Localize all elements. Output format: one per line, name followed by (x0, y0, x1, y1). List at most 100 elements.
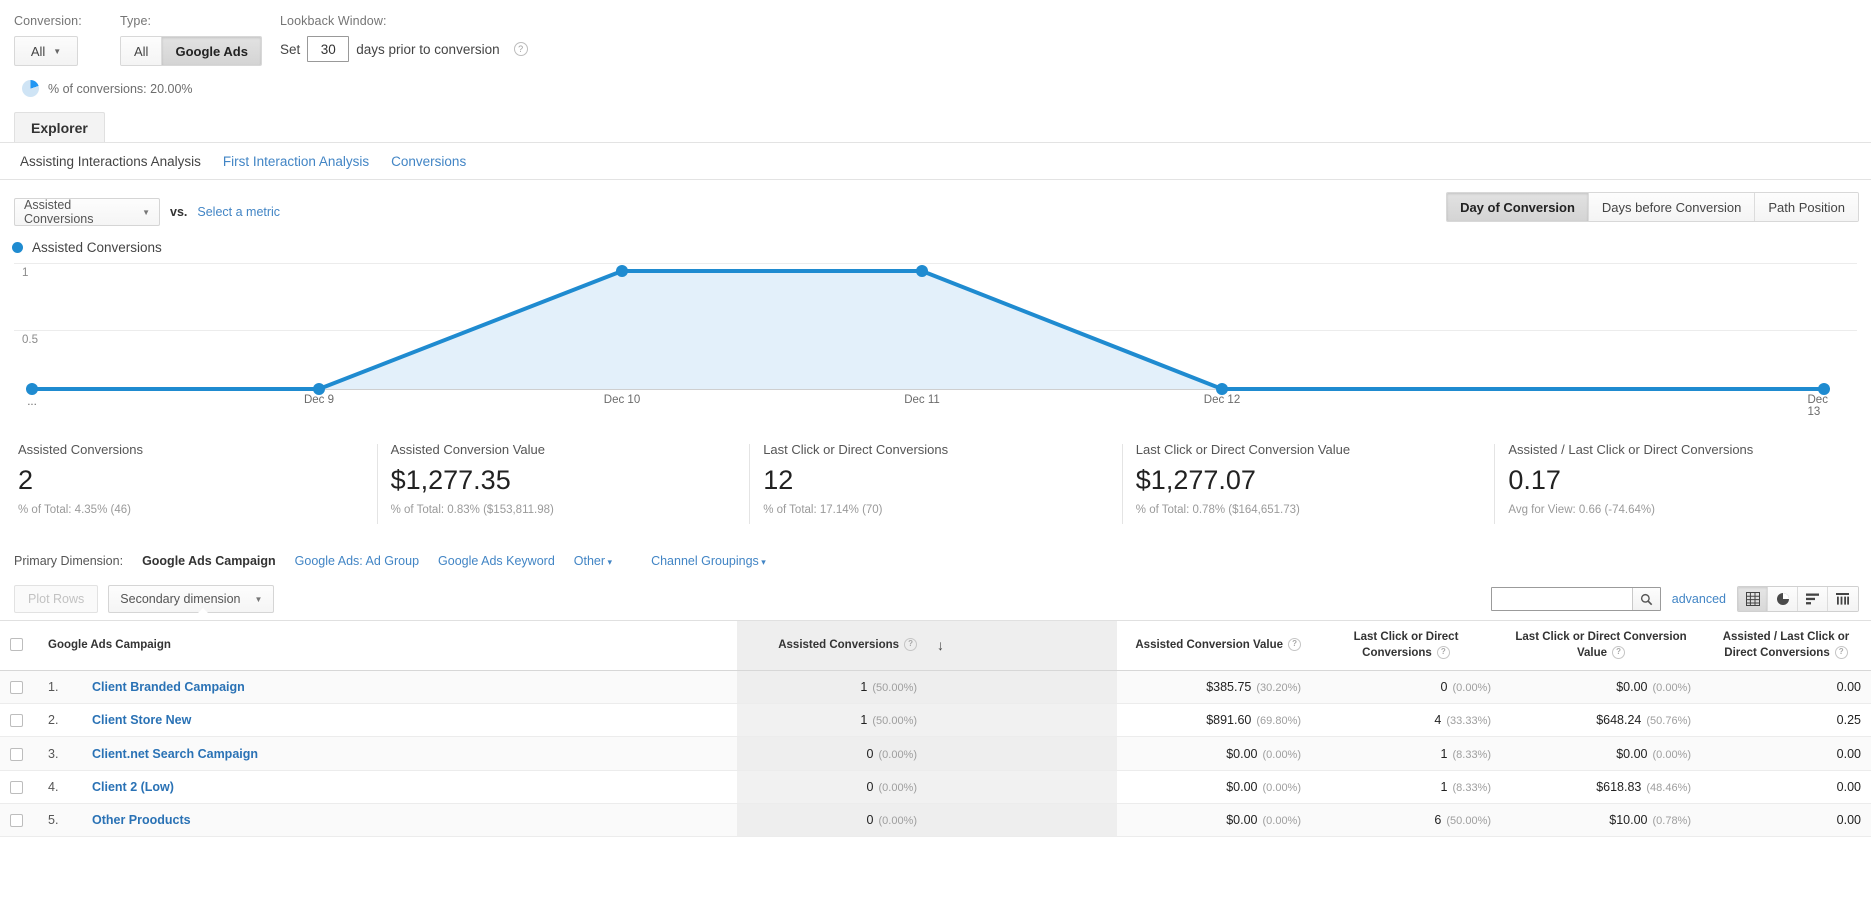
cell-percent: (0.00%) (878, 814, 918, 827)
chart-plot-area: 1 0.5 ... Dec 9 Dec 10 Dec 11 Dec 12 Dec… (14, 263, 1857, 418)
cell-value: $648.24 (1596, 713, 1642, 728)
chart-area-fill (32, 271, 1524, 389)
campaign-link[interactable]: Client Store New (92, 713, 191, 727)
table-view-icon[interactable] (1738, 587, 1768, 611)
x-tick-ellipsis: ... (27, 396, 37, 408)
card-subtext: % of Total: 0.83% ($153,811.98) (390, 503, 554, 516)
sort-direction-indicator[interactable]: ↓ (927, 619, 1118, 672)
campaign-link[interactable]: Client 2 (Low) (92, 780, 174, 794)
channel-groupings-dropdown[interactable]: Channel Groupings (651, 554, 766, 568)
table-row[interactable]: 2. Client Store New 1 (50.00%) $891.60 (69… (0, 703, 1871, 738)
select-a-metric-link[interactable]: Select a metric (197, 205, 280, 219)
campaign-link[interactable]: Client Branded Campaign (92, 680, 245, 694)
pie-view-icon[interactable] (1768, 587, 1798, 611)
header-last-click-conversions[interactable]: Last Click or Direct Conversions? (1311, 619, 1502, 672)
primary-dimension-label: Primary Dimension: (14, 554, 124, 568)
secondary-dimension-button[interactable]: Secondary dimension ▼ (108, 585, 275, 613)
table-row[interactable]: 5. Other Prooducts 0 (0.00%) $0.00 (0.00%)… (0, 803, 1871, 838)
plot-rows-button[interactable]: Plot Rows (14, 585, 99, 613)
conversions-percentage-text: % of conversions: 20.00% (48, 81, 193, 96)
granularity-segmented-control: Day of Conversion Days before Conversion… (1446, 192, 1859, 222)
campaign-link[interactable]: Other Prooducts (92, 813, 191, 827)
help-icon[interactable]: ? (1436, 645, 1450, 659)
chevron-down-icon: ▼ (53, 46, 62, 56)
table-search (1490, 587, 1661, 611)
help-icon[interactable]: ? (513, 42, 528, 56)
granularity-path-position[interactable]: Path Position (1755, 193, 1858, 221)
cell-value: 4 (1434, 713, 1442, 728)
cell-percent: (33.33%) (1446, 715, 1492, 728)
conversions-percentage: % of conversions: 20.00% (22, 80, 193, 97)
cell-percent: (0.00%) (1652, 748, 1692, 761)
primary-metric-value: Assisted Conversions (24, 198, 94, 226)
dimension-link-ad-group[interactable]: Google Ads: Ad Group (295, 554, 419, 568)
header-assisted-conversion-value[interactable]: Assisted Conversion Value? (1117, 619, 1312, 672)
lookback-set-text: Set (280, 41, 301, 57)
table-toolbar: Plot Rows Secondary dimension ▼ advanced (0, 578, 1871, 620)
row-number: 3. (38, 736, 82, 771)
select-all-checkbox[interactable] (10, 638, 23, 652)
table-body: 1. Client Branded Campaign 1 (50.00%) $38… (0, 670, 1871, 838)
search-icon[interactable] (1631, 588, 1660, 610)
row-checkbox[interactable] (10, 780, 23, 794)
cell-percent: (0.00%) (1262, 814, 1302, 827)
lookback-filter: Lookback Window: Set days prior to conve… (280, 14, 528, 62)
row-checkbox[interactable] (10, 681, 23, 695)
dimension-pointer-caret (196, 608, 210, 615)
granularity-days-before-conversion[interactable]: Days before Conversion (1588, 193, 1756, 221)
card-value: $1,277.35 (390, 465, 511, 495)
cell-assisted-ratio: 0.00 (1701, 736, 1871, 771)
header-assisted-conversions[interactable]: Assisted Conversions? (737, 619, 928, 672)
tab-explorer[interactable]: Explorer (14, 112, 105, 142)
type-option-all[interactable]: All (121, 37, 163, 65)
cell-value: $10.00 (1609, 812, 1648, 827)
cell-value: 0.00 (1836, 680, 1861, 695)
dimension-link-other[interactable]: Other (574, 554, 612, 568)
cell-spacer (927, 736, 1118, 771)
row-checkbox[interactable] (10, 814, 23, 828)
granularity-day-of-conversion[interactable]: Day of Conversion (1447, 193, 1589, 221)
primary-metric-dropdown[interactable]: Assisted Conversions ▼ (14, 198, 160, 226)
header-assisted-ratio[interactable]: Assisted / Last Click or Direct Conversi… (1701, 619, 1871, 672)
help-icon[interactable]: ? (1834, 645, 1848, 659)
cell-value: 1 (1440, 779, 1448, 794)
cell-value: $0.00 (1226, 746, 1258, 761)
help-icon[interactable]: ? (1288, 638, 1302, 652)
row-checkbox[interactable] (10, 714, 23, 728)
campaign-link[interactable]: Client.net Search Campaign (92, 747, 258, 761)
primary-dimension-selected[interactable]: Google Ads Campaign (142, 554, 276, 568)
table-row[interactable]: 4. Client 2 (Low) 0 (0.00%) $0.00 (0.00%) … (0, 770, 1871, 804)
lookback-days-input[interactable] (307, 36, 350, 62)
arrow-down-icon: ↓ (937, 636, 945, 653)
cell-percent: (0.00%) (878, 781, 918, 794)
dimension-link-keyword[interactable]: Google Ads Keyword (438, 554, 555, 568)
help-icon[interactable]: ? (904, 638, 918, 652)
card-title: Last Click or Direct Conversion Value (1135, 442, 1351, 457)
performance-view-icon[interactable] (1798, 587, 1828, 611)
row-checkbox-cell (0, 703, 38, 738)
row-campaign-cell: Other Prooducts (82, 803, 738, 838)
cell-value: 0.00 (1836, 812, 1861, 827)
subnav-conversions[interactable]: Conversions (391, 154, 466, 169)
cell-last-click-conversion-value: $648.24 (50.76%) (1501, 703, 1702, 738)
row-checkbox[interactable] (10, 747, 23, 761)
table-row[interactable]: 1. Client Branded Campaign 1 (50.00%) $38… (0, 670, 1871, 705)
header-last-click-conversion-value[interactable]: Last Click or Direct Conversion Value? (1501, 619, 1702, 672)
conversion-select[interactable]: All ▼ (14, 36, 78, 66)
subnav-assisting-interactions-analysis[interactable]: Assisting Interactions Analysis (20, 154, 201, 169)
type-option-google-ads[interactable]: Google Ads (162, 37, 261, 65)
header-google-ads-campaign[interactable]: Google Ads Campaign (38, 619, 738, 672)
pivot-view-icon[interactable] (1828, 587, 1858, 611)
summary-card-last-click-conversions: Last Click or Direct Conversions 12 % of… (749, 442, 1122, 534)
table-row[interactable]: 3. Client.net Search Campaign 0 (0.00%) $… (0, 736, 1871, 771)
subnav-first-interaction-analysis[interactable]: First Interaction Analysis (223, 154, 369, 169)
cell-assisted-conversion-value: $891.60 (69.80%) (1117, 703, 1312, 738)
metric-selector-row: Assisted Conversions ▼ vs. Select a metr… (0, 180, 1871, 232)
cell-percent: (50.76%) (1646, 715, 1692, 728)
cell-last-click-conversion-value: $10.00 (0.78%) (1501, 803, 1702, 838)
help-icon[interactable]: ? (1612, 645, 1626, 659)
cell-assisted-conversions: 0 (0.00%) (737, 770, 928, 804)
header-label: Assisted / Last Click or Direct Conversi… (1722, 631, 1850, 659)
search-input[interactable] (1491, 588, 1632, 610)
advanced-link[interactable]: advanced (1672, 592, 1726, 606)
